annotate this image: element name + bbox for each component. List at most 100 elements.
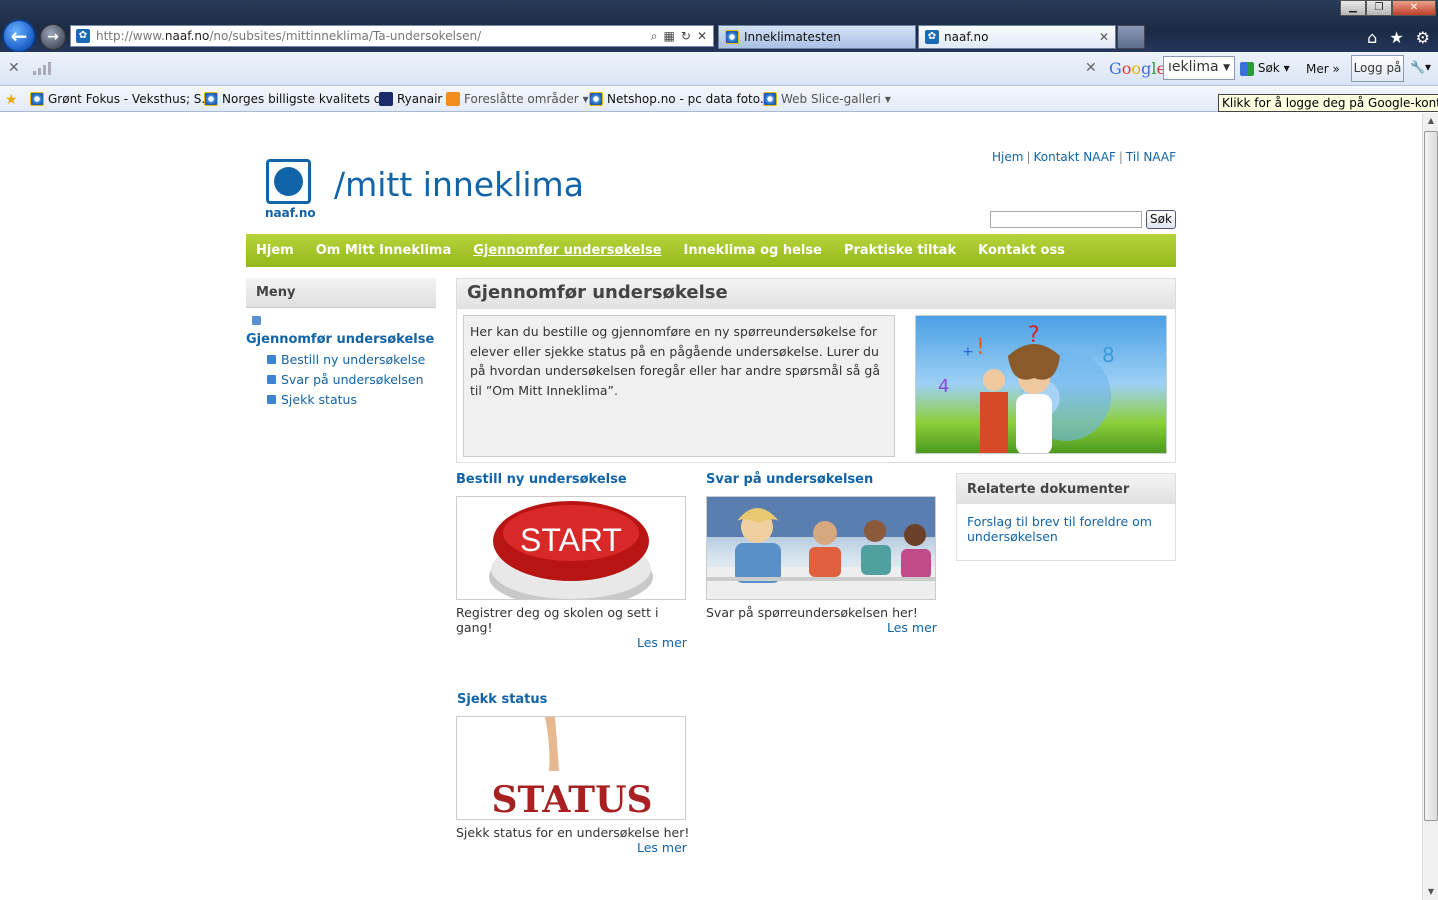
window-controls: ▁ ❐ ✕ [1340,0,1436,16]
tab-label: Inneklimatesten [744,30,841,44]
card-title-answer[interactable]: Svar på undersøkelsen [706,472,873,487]
card-title-status[interactable]: Sjekk status [457,692,547,707]
bullet-icon [267,355,276,364]
status-image[interactable]: STATUS [456,716,686,820]
top-link-naaf[interactable]: Til NAAF [1126,150,1176,164]
google-search-icon [1240,61,1254,76]
tab-inneklimatesten[interactable]: Inneklimatesten [718,25,916,49]
wrench-icon[interactable]: 🔧▾ [1410,60,1431,74]
nav-health[interactable]: Inneklima og helse [684,243,822,258]
page-title: Gjennomfør undersøkelse [457,279,1175,309]
close-tab-icon[interactable]: ✕ [1099,30,1109,44]
nav-measures[interactable]: Praktiske tiltak [844,243,956,258]
vertical-scrollbar[interactable]: ▲ ▼ [1422,113,1438,900]
related-heading: Relaterte dokumenter [957,474,1175,504]
naaf-logo[interactable] [266,159,311,204]
restore-button[interactable]: ❐ [1366,0,1392,16]
ie-icon [725,30,739,44]
address-url[interactable]: http://www.naaf.no/no/subsites/mittinnek… [96,29,651,43]
ryanair-icon [379,92,393,106]
favorite-item[interactable]: Ryanair [379,92,442,106]
search-icon[interactable]: ⌕ [651,29,658,44]
card-desc-status: Sjekk status for en undersøkelse her! [456,825,690,840]
logo-text: naaf.no [265,206,316,220]
card-desc-answer: Svar på spørreundersøkelsen her! [706,605,918,620]
clear-search-icon[interactable]: ✕ [1085,60,1097,76]
ie-icon [589,92,603,106]
card-title-order[interactable]: Bestill ny undersøkelse [456,472,627,487]
favorite-item[interactable]: Norges billigste kvalitets d... [204,92,393,106]
bullet-icon [267,375,276,384]
favorite-item[interactable]: Netshop.no - pc data foto... [589,92,771,106]
tab-naaf[interactable]: ✿ naaf.no ✕ [918,25,1116,49]
collapse-icon[interactable] [252,316,261,325]
svg-text:4: 4 [938,376,949,397]
scroll-down-icon[interactable]: ▼ [1423,884,1438,900]
favorites-star-icon[interactable]: ★ [1389,28,1403,47]
favorite-item[interactable]: Grønt Fokus - Veksthus; S... [30,92,213,106]
read-more-link-order[interactable]: Les mer [637,635,687,650]
related-link[interactable]: Forslag til brev til foreldre om undersø… [957,504,1175,554]
compatibility-icon[interactable]: ▦ [664,29,675,44]
nav-contact[interactable]: Kontakt oss [978,243,1065,258]
favorites-star-add-icon[interactable]: ★ [5,92,18,108]
page-content: naaf.no /mitt inneklima Hjem | Kontakt NAA… [246,113,1176,900]
scroll-up-icon[interactable]: ▲ [1423,113,1438,129]
google-search-button[interactable]: Søk ▾ [1240,61,1290,76]
new-tab-button[interactable] [1117,25,1145,49]
tab-label: naaf.no [944,30,989,44]
read-more-link-answer[interactable]: Les mer [887,620,937,635]
scroll-thumb[interactable] [1424,131,1438,821]
tools-gear-icon[interactable]: ⚙ [1416,28,1430,47]
svg-text:8: 8 [1102,343,1115,367]
start-image[interactable]: START [456,496,686,600]
menu-item-order[interactable]: Bestill ny undersøkelse [267,352,425,367]
menu-parent-item[interactable]: Gjennomfør undersøkelse [246,332,434,347]
refresh-icon[interactable]: ↻ [681,29,691,44]
nav-survey[interactable]: Gjennomfør undersøkelse [473,243,661,258]
nav-about[interactable]: Om Mitt Inneklima [316,243,452,258]
home-icon[interactable]: ⌂ [1367,28,1377,47]
students-image[interactable] [706,496,936,600]
site-title: /mitt inneklima [334,165,584,204]
top-links: Hjem | Kontakt NAAF | Til NAAF [992,150,1176,164]
main-nav: Hjem Om Mitt Inneklima Gjennomfør unders… [246,234,1176,267]
related-documents: Relaterte dokumenter Forslag til brev ti… [956,473,1176,561]
google-search-input[interactable]: ıeklima ▼ [1163,56,1235,80]
close-toolbar-icon[interactable]: ✕ [8,60,20,76]
signal-icon [33,62,51,75]
menu-item-status[interactable]: Sjekk status [267,392,357,407]
read-more-link-status[interactable]: Les mer [637,840,687,855]
minimize-button[interactable]: ▁ [1340,0,1366,16]
favorite-item[interactable]: Foreslåtte områder ▾ [446,92,589,106]
site-search-input[interactable] [990,211,1142,228]
back-button[interactable]: ← [2,19,36,53]
google-logo: Google [1109,59,1166,78]
ie-icon [30,92,44,106]
logo-figure-icon [274,167,303,196]
intro-panel: Gjennomfør undersøkelse Her kan du besti… [456,278,1176,463]
top-link-contact[interactable]: Kontakt NAAF [1033,150,1115,164]
intro-text: Her kan du bestille og gjennomføre en ny… [463,315,895,457]
forward-button[interactable]: → [40,24,66,50]
address-bar[interactable]: ✿ http://www.naaf.no/no/subsites/mittinn… [70,25,714,47]
svg-text:START: START [520,522,622,558]
suggested-sites-icon [446,92,460,106]
naaf-favicon-icon: ✿ [925,30,939,44]
site-favicon-icon: ✿ [76,29,90,43]
browser-titlebar: ▁ ❐ ✕ ← → ✿ http://www.naaf.no/no/subsit… [0,0,1438,53]
site-search-button[interactable]: Søk [1146,210,1176,229]
svg-text:!: ! [976,335,985,360]
more-button[interactable]: Mer » [1306,62,1340,76]
stop-icon[interactable]: ✕ [697,29,707,44]
close-window-button[interactable]: ✕ [1392,0,1436,16]
svg-text:?: ? [1028,323,1040,348]
google-login-button[interactable]: Logg på [1351,55,1404,82]
top-link-home[interactable]: Hjem [992,150,1023,164]
nav-home[interactable]: Hjem [256,243,294,258]
favorite-item[interactable]: Web Slice-galleri ▾ [763,92,891,106]
menu-item-answer[interactable]: Svar på undersøkelsen [267,372,424,387]
card-desc-order: Registrer deg og skolen og sett i gang! [456,605,659,635]
svg-text:STATUS: STATUS [492,779,653,820]
bullet-icon [267,395,276,404]
